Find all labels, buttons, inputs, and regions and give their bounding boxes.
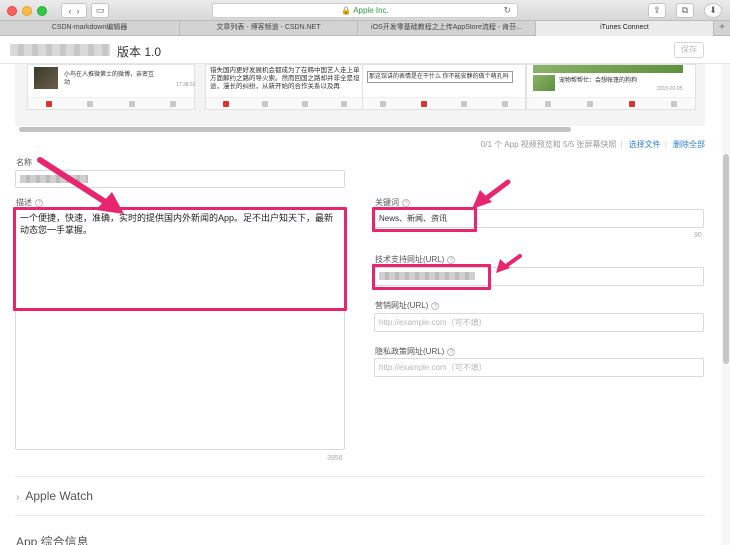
section-divider — [15, 476, 705, 477]
arrow-to-support-url — [496, 254, 522, 273]
page-scrollbar-thumb[interactable] — [723, 154, 729, 364]
browser-window: ‹ › ▭ 🔒 Apple Inc. ↻ ⇪ ⧉ ⬇ CSDN-markdown编… — [0, 0, 730, 545]
chevron-right-icon: › — [16, 492, 20, 503]
apple-watch-title: Apple Watch — [25, 489, 93, 503]
arrow-to-keywords — [472, 179, 511, 209]
apple-watch-section[interactable]: › Apple Watch — [16, 489, 93, 503]
app-info-section[interactable]: App 综合信息 — [16, 533, 89, 545]
arrow-to-description — [37, 157, 124, 214]
page-scrollbar[interactable] — [722, 64, 730, 545]
annotation-arrows — [37, 157, 522, 273]
section-divider — [15, 515, 705, 516]
app-info-title: App 综合信息 — [16, 535, 89, 545]
